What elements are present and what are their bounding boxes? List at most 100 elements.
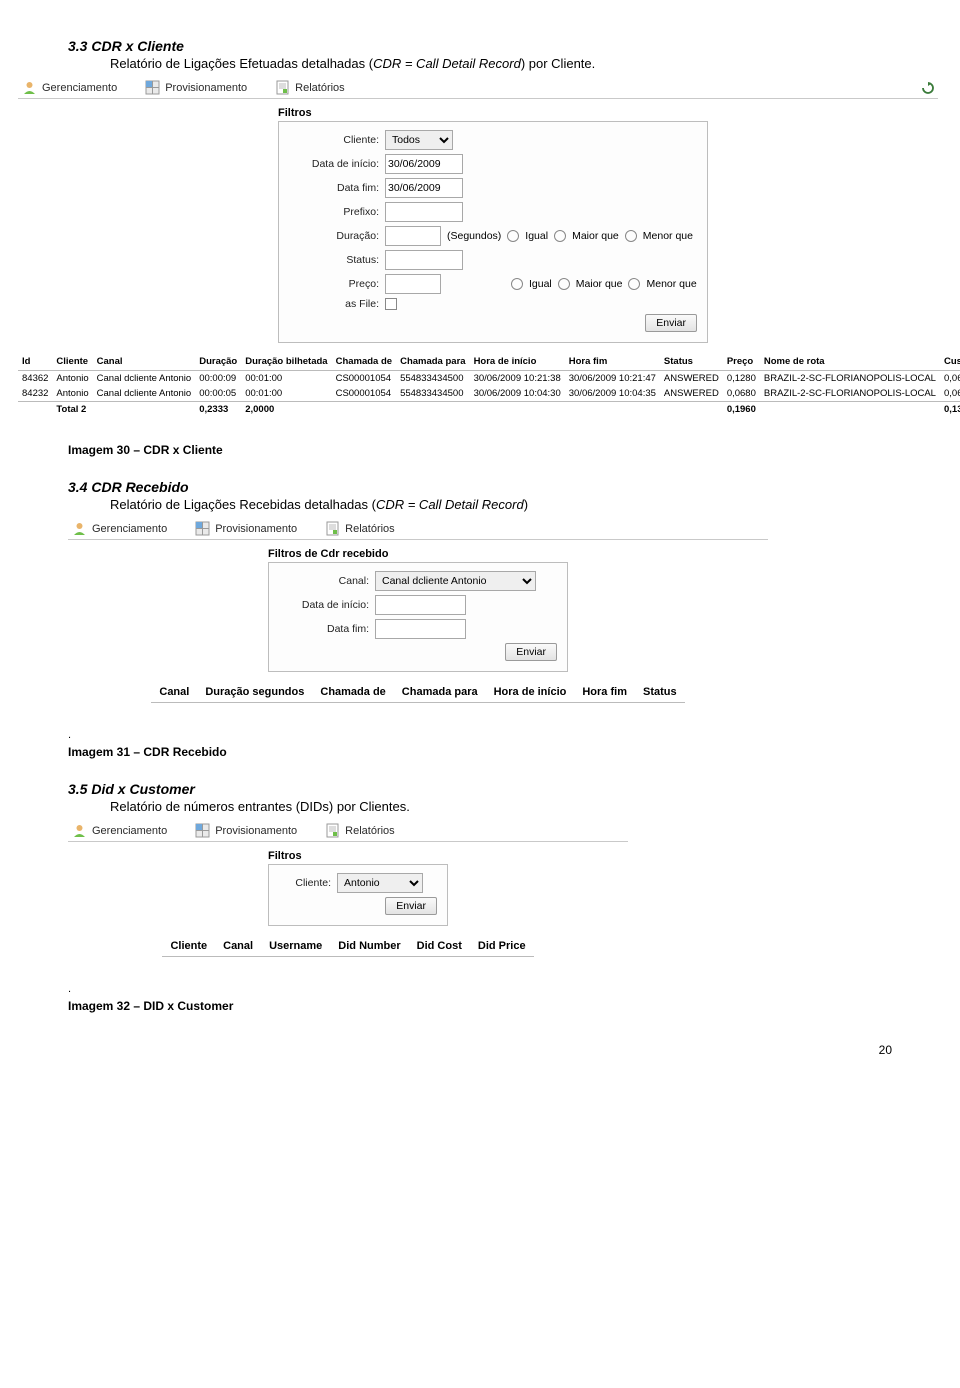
preco-igual-radio[interactable] [511,278,523,290]
refresh-icon[interactable] [922,82,934,94]
th-hini: Hora de início [486,682,575,703]
total-row: Total 2 0,2333 2,0000 0,1960 0,1360 [18,402,960,418]
sub-suffix: ) por Cliente. [521,56,595,71]
cliente-label: Cliente: [279,877,331,889]
cell: Antonio [52,386,92,402]
nav-gerenciamento[interactable]: Gerenciamento [72,521,167,536]
image-32-caption: Imagem 32 – DID x Customer [68,999,892,1013]
th-chde: Chamada de [332,353,397,371]
dur-menor-radio[interactable] [625,230,637,242]
grid-icon [195,823,210,838]
th-preco: Preço [723,353,760,371]
th-canal: Canal [93,353,196,371]
nav-label: Relatórios [345,825,395,837]
canal-select[interactable]: Canal dcliente Antonio [375,571,536,591]
th-status: Status [660,353,723,371]
nav-label: Relatórios [295,82,345,94]
preco-input[interactable] [385,274,441,294]
fim-input[interactable] [385,178,463,198]
nav-provisionamento[interactable]: Provisionamento [195,823,297,838]
duracao-input[interactable] [385,226,441,246]
th-durbil: Duração bilhetada [241,353,331,371]
screenshot-32: Gerenciamento Provisionamento Relatórios… [68,820,628,957]
grid-icon [195,521,210,536]
page-number: 20 [68,1043,892,1057]
preco-maior-label: Maior que [576,278,623,290]
preco-label: Preço: [289,278,379,290]
preco-menor-label: Menor que [646,278,696,290]
cell: 30/06/2009 10:04:30 [470,386,565,402]
user-icon [72,823,87,838]
table-31-headers: Canal Duração segundos Chamada de Chamad… [151,682,684,703]
th-duracao: Duração [195,353,241,371]
cell: 554833434500 [396,371,469,387]
cell: 30/06/2009 10:21:47 [565,371,660,387]
total-label: Total 2 [52,402,92,418]
cell: 0,1280 [723,371,760,387]
cell: 0,0680 [940,371,960,387]
cliente-select[interactable]: Todos [385,130,453,150]
total-dur: 0,2333 [195,402,241,418]
th-cliente: Cliente [162,936,215,957]
dur-igual-radio[interactable] [507,230,519,242]
inicio-input[interactable] [385,154,463,174]
preco-menor-radio[interactable] [628,278,640,290]
th-chpara: Chamada para [394,682,486,703]
cliente-select[interactable]: Antonio [337,873,423,893]
preco-maior-radio[interactable] [558,278,570,290]
nav-gerenciamento[interactable]: Gerenciamento [22,80,117,95]
filters-title: Filtros [278,105,708,121]
asfile-label: as File: [289,298,379,310]
table-32-headers: Cliente Canal Username Did Number Did Co… [162,936,533,957]
inicio-input[interactable] [375,595,466,615]
sub-suffix: ) [524,497,528,512]
table-row: 84362 Antonio Canal dcliente Antonio 00:… [18,371,960,387]
sub-text: Relatório de Ligações Efetuadas detalhad… [110,56,373,71]
th-chpara: Chamada para [396,353,469,371]
asfile-checkbox[interactable] [385,298,397,310]
nav-relatorios[interactable]: Relatórios [325,521,395,536]
cell: 30/06/2009 10:04:35 [565,386,660,402]
nav-provisionamento[interactable]: Provisionamento [195,521,297,536]
nav-label: Relatórios [345,523,395,535]
screenshot-31: Gerenciamento Provisionamento Relatórios… [68,518,768,703]
inicio-label: Data de início: [289,158,379,170]
fim-input[interactable] [375,619,466,639]
section-3-3-title: 3.3 CDR x Cliente [68,38,892,54]
fim-label: Data fim: [279,623,369,635]
filters-panel-31: Filtros de Cdr recebido Canal: Canal dcl… [268,546,568,672]
cell: Canal dcliente Antonio [93,386,196,402]
nav-label: Gerenciamento [92,825,167,837]
filters-31-title: Filtros de Cdr recebido [268,546,568,562]
dur-maior-radio[interactable] [554,230,566,242]
enviar-button[interactable]: Enviar [385,897,437,915]
status-input[interactable] [385,250,463,270]
th-chde: Chamada de [312,682,393,703]
section-3-5-title: 3.5 Did x Customer [68,781,892,797]
nav-provisionamento[interactable]: Provisionamento [145,80,247,95]
enviar-button[interactable]: Enviar [645,314,697,332]
sub-italic: CDR = Call Detail Record [373,56,521,71]
prefixo-input[interactable] [385,202,463,222]
th-dcost: Did Cost [409,936,470,957]
nav-label: Provisionamento [215,825,297,837]
th-dprice: Did Price [470,936,534,957]
th-rota: Nome de rota [760,353,940,371]
nav-relatorios[interactable]: Relatórios [275,80,345,95]
duracao-label: Duração: [289,230,379,242]
navbar: Gerenciamento Provisionamento Relatórios [18,77,938,99]
cell: 00:00:05 [195,386,241,402]
user-icon [22,80,37,95]
th-hfim: Hora fim [565,353,660,371]
nav-relatorios[interactable]: Relatórios [325,823,395,838]
nav-label: Provisionamento [165,82,247,94]
th-id: Id [18,353,52,371]
cell: 0,0680 [723,386,760,402]
section-3-4-sub: Relatório de Ligações Recebidas detalhad… [110,497,892,512]
total-custo: 0,1360 [940,402,960,418]
enviar-button[interactable]: Enviar [505,643,557,661]
user-icon [72,521,87,536]
nav-gerenciamento[interactable]: Gerenciamento [72,823,167,838]
fim-label: Data fim: [289,182,379,194]
cell: 00:01:00 [241,386,331,402]
